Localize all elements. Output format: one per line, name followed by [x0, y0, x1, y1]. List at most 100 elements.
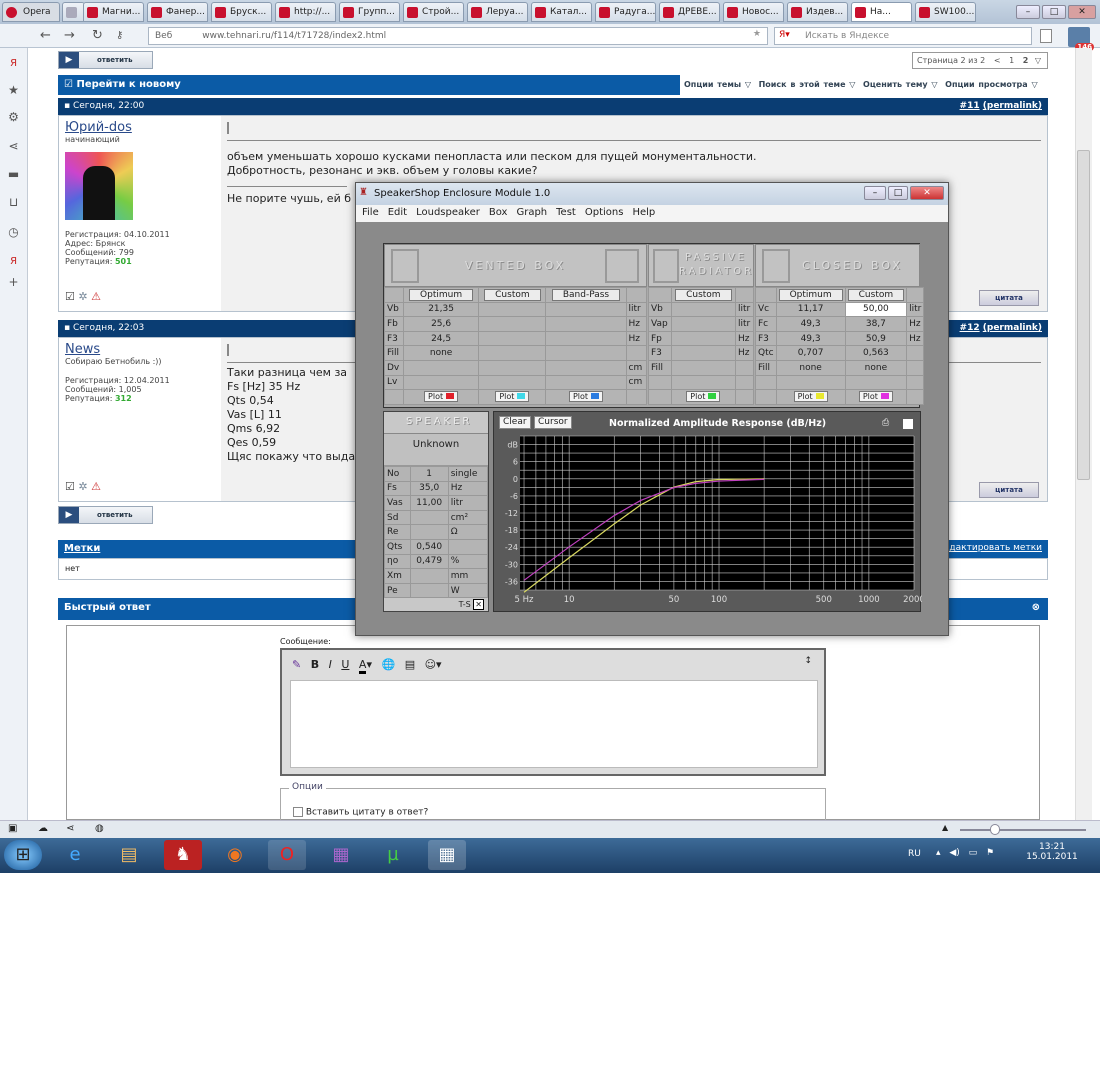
menu-help[interactable]: Help — [632, 207, 655, 218]
param-value[interactable] — [545, 316, 627, 332]
goto-new-link[interactable]: Перейти к новому — [76, 79, 180, 90]
report-icon[interactable]: ⚠ — [91, 290, 101, 303]
insert-quote-checkbox[interactable]: Вставить цитату в ответ? — [293, 807, 428, 818]
scrollbar-thumb[interactable] — [1077, 150, 1090, 480]
start-button[interactable]: ⊞ — [4, 840, 42, 870]
param-value[interactable]: 0,479 — [409, 553, 449, 570]
underline-button[interactable]: U — [341, 658, 349, 671]
font-color-button[interactable]: A — [358, 658, 367, 674]
param-value[interactable] — [409, 582, 449, 599]
optimum-button[interactable]: Optimum — [409, 288, 474, 301]
url-input[interactable]: Веб www.tehnari.ru/f114/t71728/index2.htm… — [148, 27, 768, 45]
param-value[interactable] — [478, 316, 547, 332]
browser-tab[interactable]: Новос... — [723, 2, 784, 22]
param-value[interactable]: 49,3 — [775, 330, 846, 347]
param-value[interactable] — [670, 330, 736, 347]
param-value[interactable] — [670, 359, 736, 376]
browser-tab[interactable]: http://... — [275, 2, 336, 22]
post-number-link[interactable]: #12 — [960, 323, 980, 333]
ts-checkbox[interactable]: T-S ✕ — [384, 598, 488, 611]
param-value[interactable]: 0,563 — [844, 345, 908, 361]
param-value[interactable]: 38,7 — [844, 316, 908, 332]
rate-thread-menu[interactable]: Оценить тему ▽ — [863, 80, 938, 89]
key-icon[interactable]: ⚷ — [116, 30, 123, 41]
param-value[interactable]: 21,35 — [402, 301, 480, 318]
ie-icon[interactable]: e — [56, 840, 94, 870]
browser-tab[interactable]: SW100... — [915, 2, 976, 22]
param-value[interactable] — [478, 330, 547, 347]
prev-page-link[interactable]: < — [994, 56, 1001, 65]
message-textarea[interactable] — [290, 680, 818, 768]
maximize-button[interactable]: □ — [888, 186, 908, 200]
post-number-link[interactable]: #11 — [960, 101, 980, 111]
firefox-icon[interactable]: ◉ — [216, 840, 254, 870]
param-value[interactable] — [545, 330, 627, 347]
custom-button[interactable]: Custom — [484, 288, 541, 301]
zoom-slider-handle[interactable] — [990, 824, 1000, 835]
clock[interactable]: 13:21 15.01.2011 — [1022, 842, 1082, 862]
permalink[interactable]: (permalink) — [983, 101, 1042, 111]
notes-icon[interactable]: ▬ — [7, 168, 20, 181]
plot-button[interactable]: Plot — [686, 391, 721, 403]
browser-tab[interactable]: Бруск... — [211, 2, 272, 22]
menu-edit[interactable]: Edit — [388, 207, 407, 218]
history-icon[interactable]: ◷ — [7, 226, 20, 239]
param-value[interactable] — [545, 374, 627, 391]
username-link[interactable]: Юрий-dos — [65, 120, 215, 135]
search-input[interactable]: Я▾ Искать в Яндексе — [774, 27, 1032, 45]
tray-icons[interactable]: ▴ ◀) ▭ ⚑ — [936, 848, 994, 858]
thread-search-menu[interactable]: Поиск в этой теме ▽ — [759, 80, 856, 89]
winrar-icon[interactable]: ▦ — [322, 840, 360, 870]
param-value[interactable]: 50,9 — [844, 330, 908, 347]
yandex-icon[interactable]: я — [7, 56, 20, 69]
utorrent-icon[interactable]: µ — [374, 840, 412, 870]
browser-tab[interactable] — [62, 2, 85, 22]
plot-button[interactable]: Plot — [424, 391, 459, 403]
switch-mode-icon[interactable]: ✎ — [292, 658, 301, 671]
quote-button[interactable]: цитата — [979, 482, 1039, 498]
browser-tab[interactable]: Радуга... — [595, 2, 656, 22]
page-link-1[interactable]: 1 — [1009, 56, 1014, 65]
menu-box[interactable]: Box — [489, 207, 508, 218]
browser-tab[interactable]: Катал... — [531, 2, 592, 22]
approve-icon[interactable]: ☑ — [65, 290, 75, 303]
param-value[interactable] — [402, 374, 480, 391]
param-value[interactable]: none — [844, 359, 908, 376]
param-value[interactable]: none — [775, 359, 846, 376]
band-pass-button[interactable]: Band-Pass — [551, 288, 621, 301]
param-value[interactable] — [670, 374, 736, 391]
share-icon[interactable]: ⋖ — [7, 140, 20, 153]
turbo-icon[interactable]: ◍ — [95, 823, 104, 834]
yandex-mail-icon[interactable]: я — [7, 254, 20, 267]
menu-graph[interactable]: Graph — [516, 207, 547, 218]
speaker-name[interactable]: Unknown — [384, 434, 488, 466]
plot-button[interactable]: Plot — [495, 391, 530, 403]
param-value[interactable]: none — [402, 345, 480, 361]
reputation-icon[interactable]: ✲ — [78, 480, 87, 493]
reply-button[interactable]: ▶ ответить — [58, 506, 153, 524]
custom-button[interactable]: Custom — [675, 288, 732, 301]
page-icon[interactable] — [1040, 29, 1052, 43]
maximize-button[interactable]: □ — [1042, 5, 1066, 19]
resize-icon[interactable]: ↕ — [804, 656, 812, 666]
browser-tab[interactable]: Издев... — [787, 2, 848, 22]
zoom-out-icon[interactable]: ▲ — [942, 823, 948, 832]
param-value[interactable] — [670, 301, 736, 318]
italic-button[interactable]: I — [329, 658, 332, 671]
browser-tab[interactable]: Магни... — [83, 2, 144, 22]
add-panel-icon[interactable]: + — [7, 276, 20, 289]
window-title-bar[interactable]: ♜ SpeakerShop Enclosure Module 1.0 – □ ✕ — [356, 183, 948, 205]
close-button[interactable]: ✕ — [1068, 5, 1096, 19]
username-link[interactable]: News — [65, 342, 215, 357]
param-value[interactable]: 11,00 — [409, 495, 449, 511]
param-value[interactable]: 0,707 — [775, 345, 846, 361]
share-icon[interactable]: ⋖ — [66, 823, 74, 834]
unite-icon[interactable]: 146 — [1068, 27, 1094, 51]
param-value[interactable]: 24,5 — [402, 330, 480, 347]
param-value[interactable]: 50,00 — [844, 301, 908, 318]
speakershop-taskbar-icon[interactable]: ▦ — [428, 840, 466, 870]
zynga-icon[interactable]: ♞ — [164, 840, 202, 870]
smiley-icon[interactable]: ☺▾ — [425, 658, 442, 671]
browser-tab[interactable]: Строй... — [403, 2, 464, 22]
tags-link[interactable]: Метки — [64, 543, 100, 554]
